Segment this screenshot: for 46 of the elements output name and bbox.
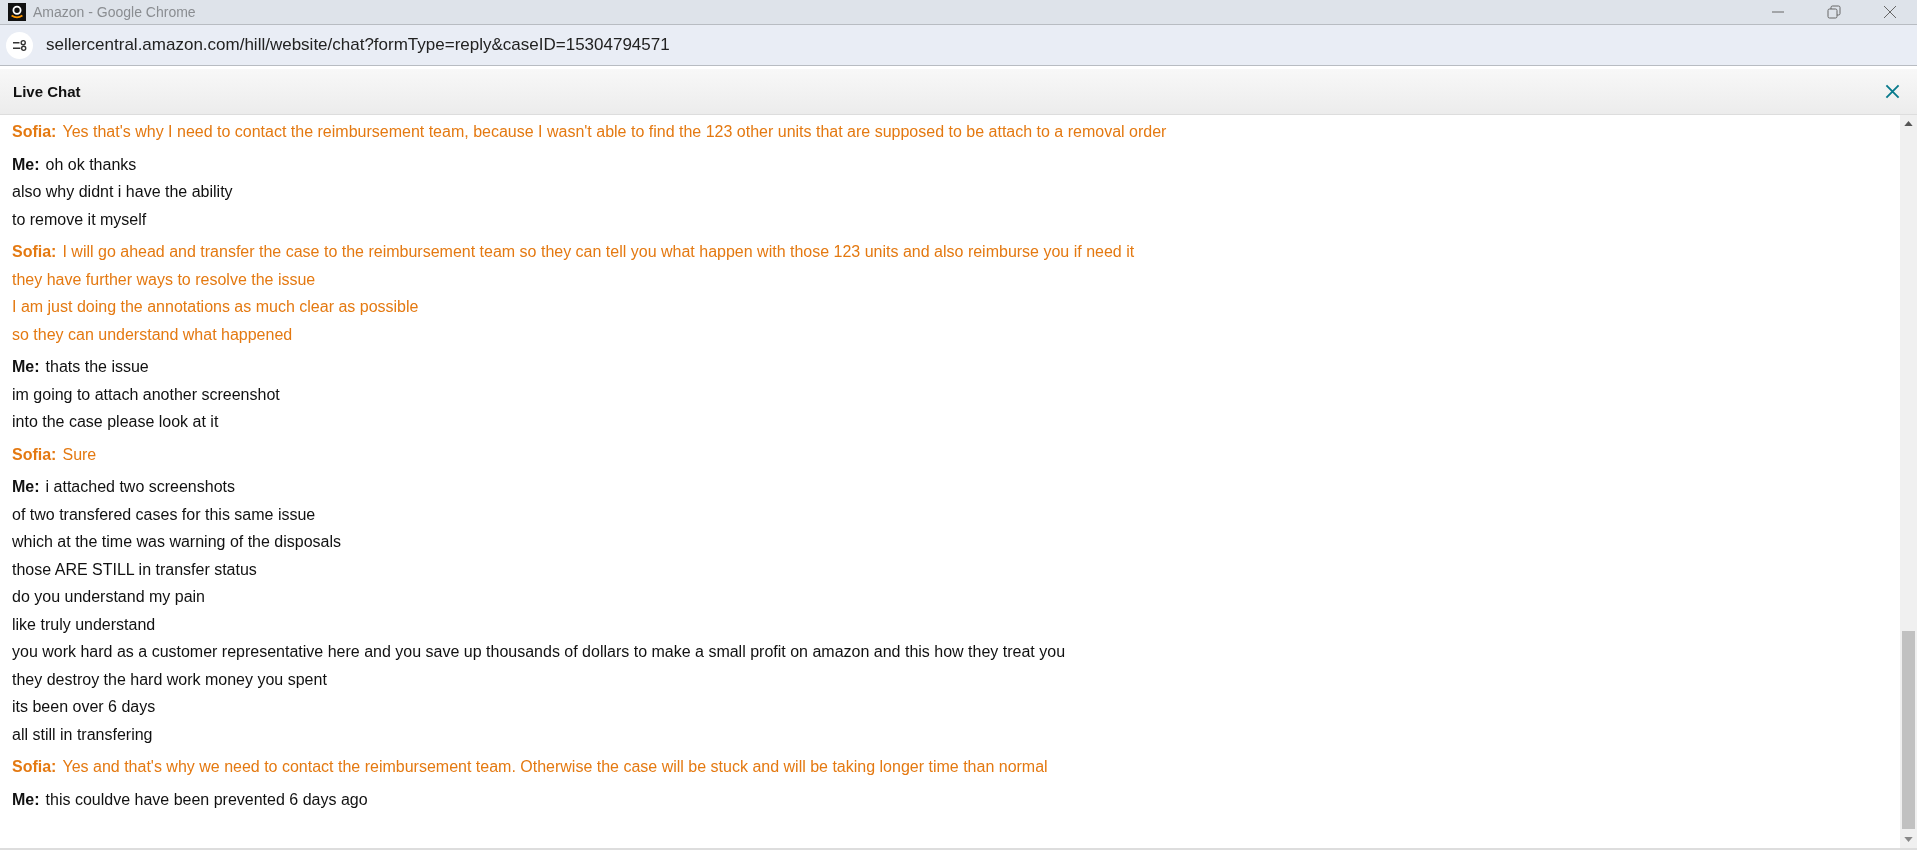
scroll-down-icon[interactable] xyxy=(1904,837,1913,842)
sender-name: Sofia: xyxy=(12,123,57,140)
message-text: of two transfered cases for this same issue xyxy=(12,505,316,523)
sender-name: Sofia: xyxy=(12,243,57,260)
message-text: to remove it myself xyxy=(12,210,147,228)
address-bar[interactable]: sellercentral.amazon.com/hill/website/chat?formType=reply&caseID=15304794571 xyxy=(0,25,1917,66)
sender-name: Me: xyxy=(12,478,40,495)
message-text: you work hard as a customer representative here and you save up thousands of dollars to make a small profit on amazon and this how they treat you xyxy=(12,643,1066,660)
message-text: this couldve have been prevented 6 days ago xyxy=(45,790,368,808)
scroll-up-icon[interactable] xyxy=(1904,121,1913,126)
message-text: do you understand my pain xyxy=(12,588,205,605)
restore-icon[interactable] xyxy=(1827,5,1841,19)
message-text: i attached two screenshots xyxy=(45,478,235,495)
message-text: all still in transfering xyxy=(12,725,153,743)
favicon-icon xyxy=(8,3,26,21)
message-text: thats the issue xyxy=(45,358,149,375)
chat-title: Live Chat xyxy=(13,83,81,100)
scrollbar-thumb[interactable] xyxy=(1902,631,1915,829)
message-text: oh ok thanks xyxy=(45,155,137,173)
scrollbar[interactable] xyxy=(1900,115,1917,848)
close-icon[interactable] xyxy=(1885,84,1900,99)
message-text: Yes that's why I need to contact the reimbursement team, because I wasn't able to find the 123 other units that are supposed to be attach to a removal order xyxy=(62,123,1167,140)
message-text: I will go ahead and transfer the case to the reimbursement team so they can tell you what happen with those 123 units and also reimburse you if need it xyxy=(62,243,1135,260)
sender-name: Sofia: xyxy=(12,758,57,775)
message-text: they have further ways to resolve the issue xyxy=(12,270,316,288)
message-text: im going to attach another screenshot xyxy=(12,385,280,403)
message-text: Yes and that's why we need to contact the reimbursement team. Otherwise the case will be stuck and will be taking longer time than normal xyxy=(62,758,1048,775)
sender-name: Me: xyxy=(12,358,40,375)
sender-name: Me: xyxy=(12,155,40,173)
message-text: also why didnt i have the ability xyxy=(12,183,233,200)
message-text: they destroy the hard work money you spent xyxy=(12,670,327,688)
message-text: into the case please look at it xyxy=(12,413,219,430)
message-text: those ARE STILL in transfer status xyxy=(12,560,257,578)
close-icon[interactable] xyxy=(1883,5,1897,19)
window-title: Amazon - Google Chrome xyxy=(33,4,197,20)
message-text: like truly understand xyxy=(12,615,156,633)
site-info-button[interactable] xyxy=(6,31,33,59)
message-text: so they can understand what happened xyxy=(12,325,293,343)
sliders-icon xyxy=(12,38,27,52)
message-text: Sure xyxy=(62,445,97,463)
url-text: sellercentral.amazon.com/hill/website/chat?formType=reply&caseID=15304794571 xyxy=(46,35,670,55)
message-text: I am just doing the annotations as much clear as possible xyxy=(12,298,419,315)
message-text: its been over 6 days xyxy=(12,698,156,715)
sender-name: Sofia: xyxy=(12,445,57,463)
sender-name: Me: xyxy=(12,790,40,808)
message-text: which at the time was warning of the disposals xyxy=(12,533,342,550)
